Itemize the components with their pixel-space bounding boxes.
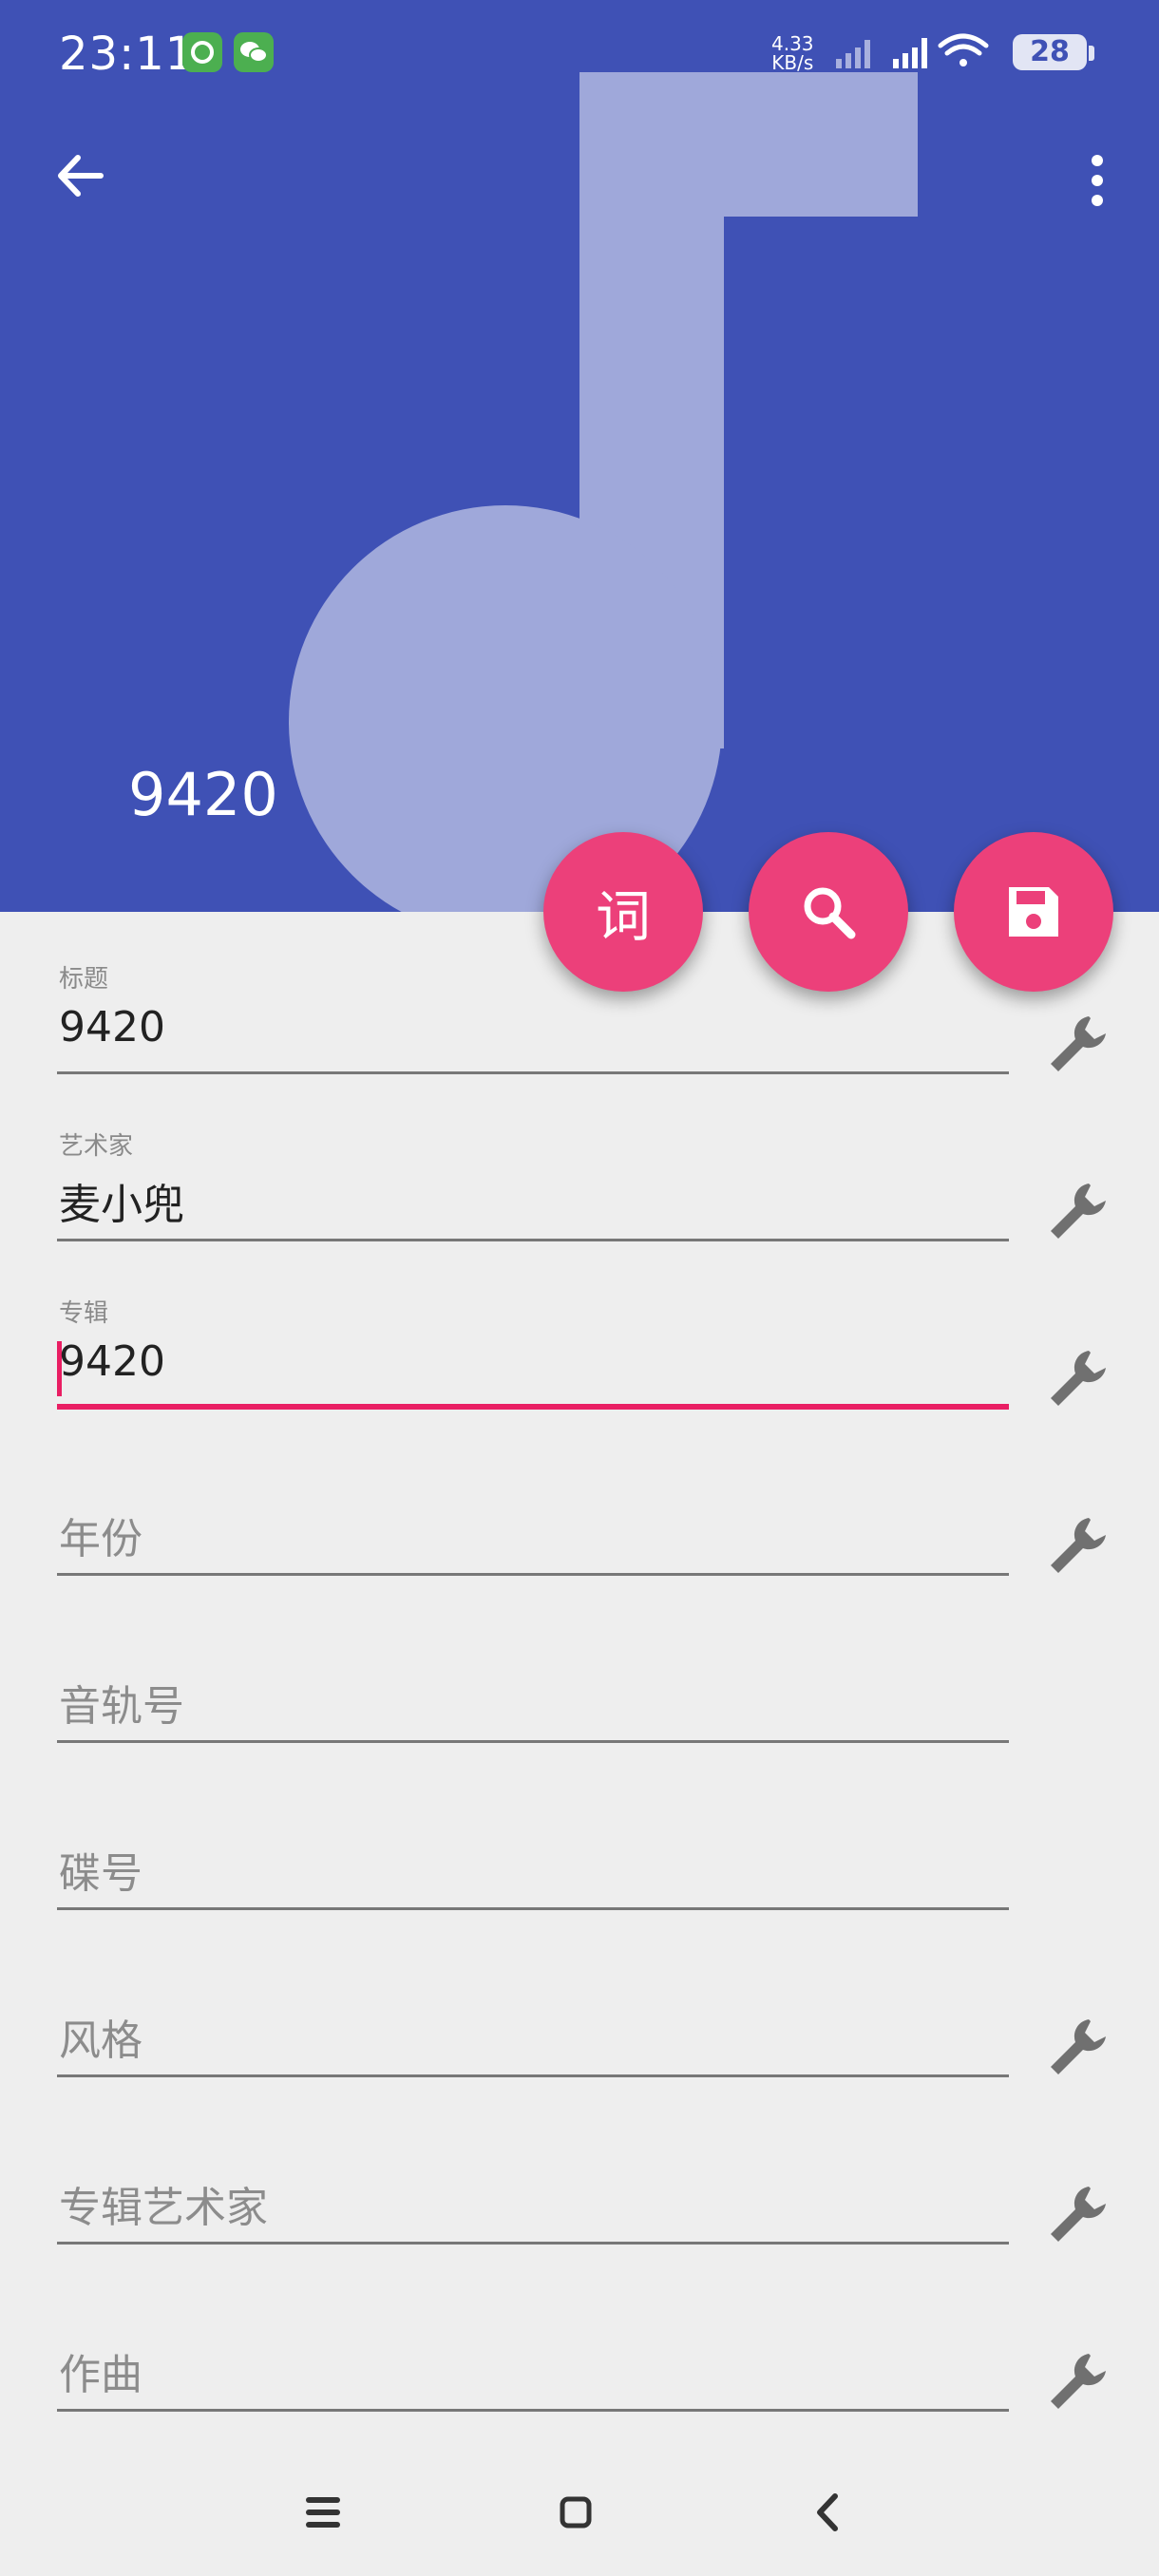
field-placeholder[interactable]: 年份 — [59, 1505, 142, 1565]
wrench-icon[interactable] — [1043, 1011, 1112, 1079]
signal-wifi-icons — [836, 33, 989, 68]
field-underline — [57, 1740, 1009, 1743]
wrench-icon[interactable] — [1043, 2348, 1112, 2416]
search-icon — [804, 887, 856, 939]
field-underline — [57, 1573, 1009, 1576]
field-underline — [57, 2409, 1009, 2412]
field-underline — [57, 1404, 1009, 1410]
more-vert-icon[interactable] — [1074, 147, 1121, 214]
field-underline — [57, 2074, 1009, 2077]
field-placeholder[interactable]: 专辑艺术家 — [59, 2173, 268, 2234]
battery-icon: 28 — [1013, 34, 1087, 70]
net-speed: 4.33 KB/s — [771, 34, 814, 72]
back-icon[interactable] — [795, 2479, 862, 2546]
genre-field[interactable]: 风格 — [57, 1962, 1009, 2114]
home-icon[interactable] — [542, 2479, 609, 2546]
field-label: 标题 — [59, 965, 109, 994]
artist-field[interactable]: 艺术家 麦小兜 — [57, 1127, 1009, 1279]
wrench-icon[interactable] — [1043, 1345, 1112, 1413]
wechat-icon — [234, 32, 274, 72]
app-green-icon — [182, 32, 222, 72]
status-bar: 23:11 4.33 KB/s 28 — [0, 0, 1159, 104]
save-icon — [1009, 887, 1058, 937]
net-speed-unit: KB/s — [771, 51, 814, 74]
signal-1-icon — [836, 40, 870, 68]
album-artist-field[interactable]: 专辑艺术家 — [57, 2130, 1009, 2282]
system-nav-bar — [0, 2451, 1159, 2576]
battery-tip — [1089, 46, 1094, 61]
wrench-icon[interactable] — [1043, 2014, 1112, 2082]
title-field[interactable]: 标题 9420 — [57, 959, 1009, 1111]
track-number-field[interactable]: 音轨号 — [57, 1628, 1009, 1780]
wrench-icon[interactable] — [1043, 1512, 1112, 1581]
disc-number-field[interactable]: 碟号 — [57, 1795, 1009, 1947]
field-underline — [57, 1071, 1009, 1074]
wrench-icon[interactable] — [1043, 1178, 1112, 1246]
menu-icon[interactable] — [290, 2479, 356, 2546]
field-value[interactable]: 9420 — [59, 1337, 165, 1386]
field-placeholder[interactable]: 碟号 — [59, 1839, 142, 1900]
field-underline — [57, 2242, 1009, 2245]
field-placeholder[interactable]: 风格 — [59, 2006, 142, 2067]
cover-title: 9420 — [128, 760, 278, 829]
wifi-icon — [938, 33, 989, 66]
wrench-icon[interactable] — [1043, 2181, 1112, 2249]
net-speed-value: 4.33 — [771, 32, 814, 55]
year-field[interactable]: 年份 — [57, 1461, 1009, 1613]
signal-2-icon — [893, 38, 927, 68]
field-underline — [57, 1239, 1009, 1241]
field-value[interactable]: 麦小兜 — [59, 1170, 184, 1231]
cover-header: 23:11 4.33 KB/s 28 9420 — [0, 0, 1159, 912]
album-field[interactable]: 专辑 9420 — [57, 1294, 1009, 1446]
field-label: 艺术家 — [59, 1132, 134, 1161]
field-placeholder[interactable]: 音轨号 — [59, 1672, 184, 1733]
field-underline — [57, 1907, 1009, 1910]
composer-field[interactable]: 作曲 — [57, 2297, 1009, 2449]
field-placeholder[interactable]: 作曲 — [59, 2340, 142, 2401]
status-time: 23:11 — [59, 28, 196, 81]
arrow-back-icon[interactable] — [48, 142, 114, 209]
field-value[interactable]: 9420 — [59, 1003, 165, 1051]
lyrics-fab-label: 词 — [595, 884, 651, 949]
field-label: 专辑 — [59, 1299, 109, 1328]
